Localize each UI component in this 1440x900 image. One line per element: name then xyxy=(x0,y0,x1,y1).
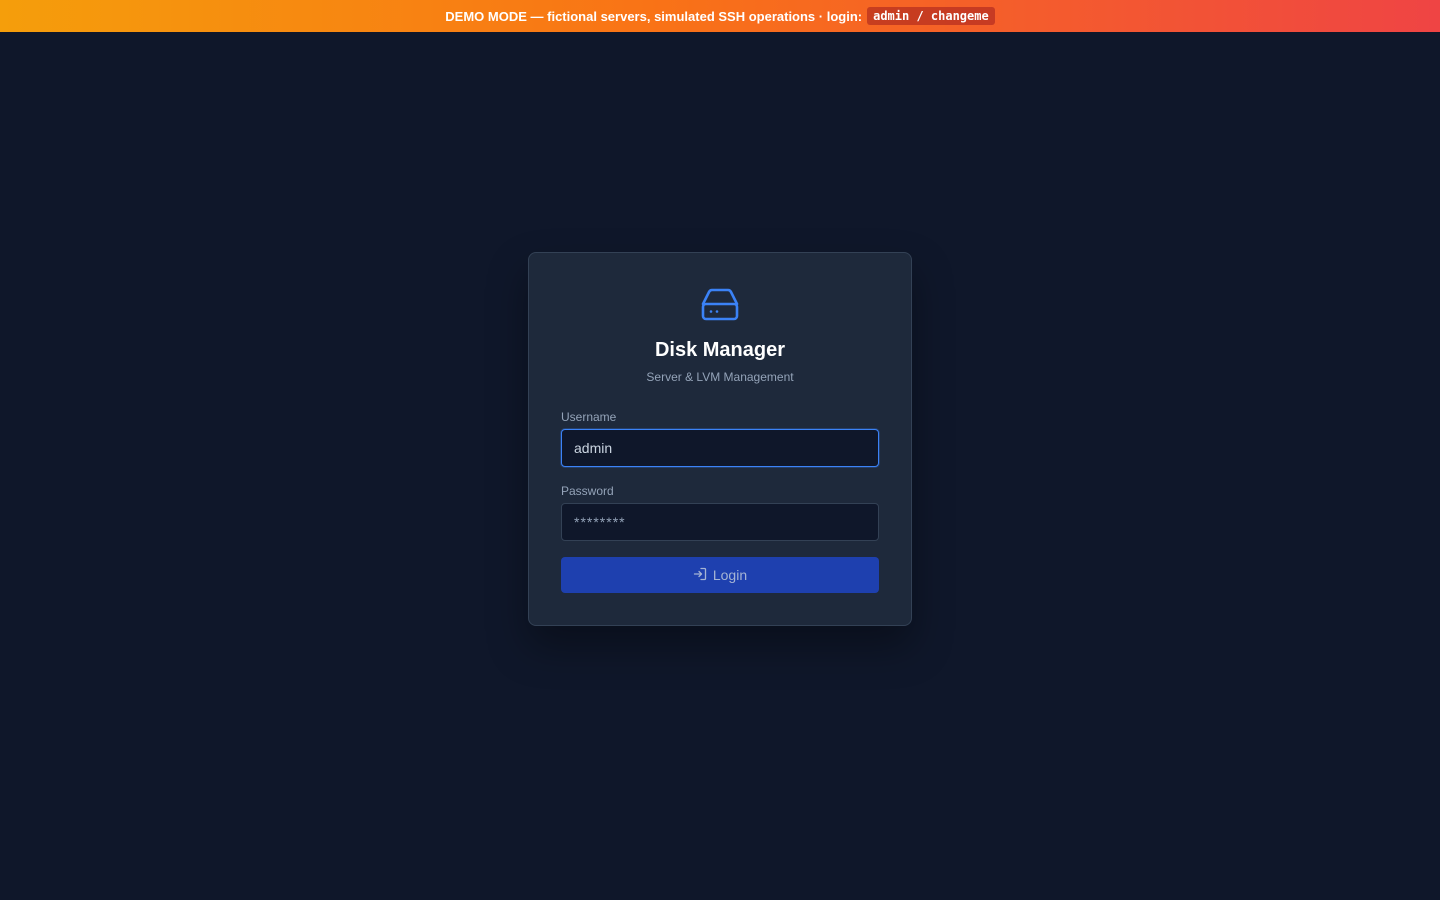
login-icon xyxy=(693,567,707,584)
app-title: Disk Manager xyxy=(654,339,786,361)
demo-credentials: admin / changeme xyxy=(867,7,995,25)
login-button-label: Login xyxy=(712,567,748,583)
hard-drive-icon xyxy=(699,287,741,323)
demo-mode-banner: DEMO MODE — fictional servers, simulated… xyxy=(0,0,1440,32)
password-input[interactable] xyxy=(561,503,879,541)
app-subtitle: Server & LVM Management xyxy=(646,370,794,384)
username-label: Username xyxy=(561,410,617,424)
demo-mode-text: DEMO MODE — fictional servers, simulated… xyxy=(445,8,863,24)
login-card: Disk Manager Server & LVM Management Use… xyxy=(528,252,912,626)
password-label: Password xyxy=(561,484,614,498)
login-button[interactable]: Login xyxy=(561,557,879,593)
username-input[interactable] xyxy=(561,429,879,467)
